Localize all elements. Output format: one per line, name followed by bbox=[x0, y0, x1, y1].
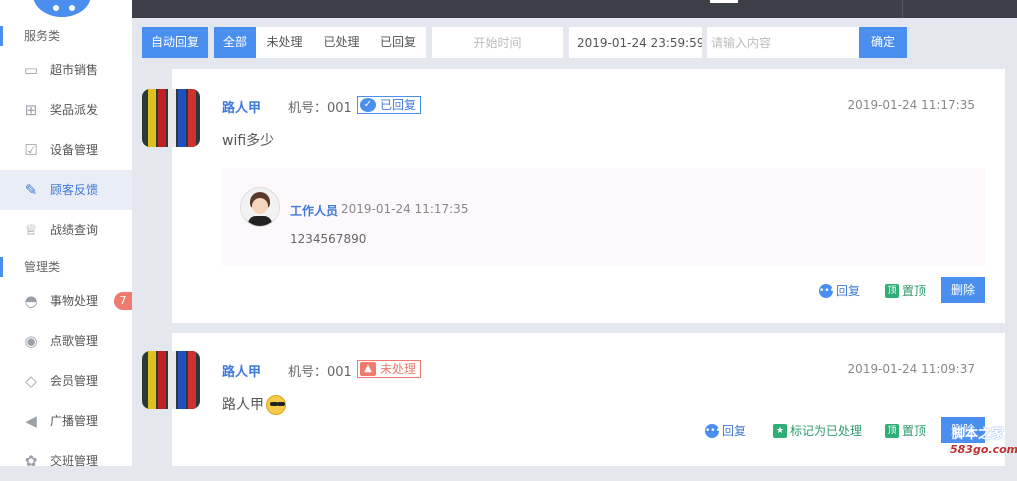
machine-number: 机号：001 bbox=[288, 101, 352, 116]
watermark-url: 583go.com bbox=[950, 443, 1017, 456]
top-bar bbox=[0, 0, 1017, 18]
sidebar-item-handover[interactable]: ✿ 交班管理 bbox=[0, 441, 132, 481]
sidebar-item-prizes[interactable]: ⊞ 奖品派发 bbox=[0, 90, 132, 130]
filter-replied-tab[interactable]: 已回复 bbox=[370, 27, 426, 58]
sidebar-item-members[interactable]: ◇ 会员管理 bbox=[0, 361, 132, 401]
watermark: 脚本之家 583go.com bbox=[946, 421, 1017, 466]
headset-icon: ◓ bbox=[24, 292, 38, 310]
sidebar-item-broadcast[interactable]: ◀ 广播管理 bbox=[0, 401, 132, 441]
sidebar-item-feedback[interactable]: ✎ 顾客反馈 bbox=[0, 170, 132, 210]
music-icon: ◉ bbox=[24, 332, 38, 350]
check-badge-icon: ✓ bbox=[360, 98, 376, 112]
feedback-card: 路人甲 机号：001 ▲ 未处理 2019-01-24 11:09:37 路人甲… bbox=[142, 333, 1005, 466]
logo bbox=[30, 0, 94, 20]
sidebar-item-label: 奖品派发 bbox=[50, 103, 99, 117]
feedback-message: wifi多少 bbox=[222, 133, 275, 149]
sidebar-item-records[interactable]: ♕ 战绩查询 bbox=[0, 210, 132, 250]
sidebar-item-supermarket[interactable]: ▭ 超市销售 bbox=[0, 50, 132, 90]
end-time-input[interactable] bbox=[569, 27, 702, 58]
pending-icon: ▲ bbox=[360, 362, 376, 376]
confirm-button[interactable]: 确定 bbox=[859, 27, 907, 58]
feedback-time: 2019-01-24 11:09:37 bbox=[847, 362, 975, 376]
cool-emoji-icon bbox=[266, 395, 286, 415]
status-label: 未处理 bbox=[380, 362, 417, 376]
pin-action[interactable]: 顶 置顶 bbox=[885, 423, 926, 439]
reply-action-label: 回复 bbox=[836, 284, 861, 298]
filter-all-tab[interactable]: 全部 bbox=[214, 27, 256, 58]
chat-icon: ••• bbox=[705, 424, 721, 438]
sidebar-item-songs[interactable]: ◉ 点歌管理 bbox=[0, 321, 132, 361]
pin-icon: 顶 bbox=[885, 424, 899, 438]
pin-icon: 顶 bbox=[885, 284, 899, 298]
sidebar: 服务类 ▭ 超市销售 ⊞ 奖品派发 ☑ 设备管理 ✎ 顾客反馈 ♕ 战绩查询 管… bbox=[0, 0, 132, 469]
sidebar-item-label: 点歌管理 bbox=[50, 334, 99, 348]
edit-icon: ✎ bbox=[24, 181, 38, 199]
notification-badge: 7 bbox=[114, 292, 132, 310]
top-bar-indicator bbox=[710, 0, 738, 3]
mark-action-label: 标记为已处理 bbox=[790, 424, 863, 438]
pin-action-label: 置顶 bbox=[902, 424, 927, 438]
diamond-icon: ◇ bbox=[25, 372, 37, 390]
reply-action[interactable]: ••• 回复 bbox=[819, 283, 860, 299]
sidebar-item-affairs[interactable]: ◓ 事物处理 7 bbox=[0, 281, 132, 321]
user-name: 路人甲 bbox=[222, 365, 262, 380]
sidebar-item-label: 超市销售 bbox=[50, 63, 99, 77]
machine-number: 机号：001 bbox=[288, 365, 352, 380]
pin-action[interactable]: 顶 置顶 bbox=[885, 283, 926, 299]
user-name: 路人甲 bbox=[222, 101, 262, 116]
staff-name: 工作人员 bbox=[290, 204, 339, 218]
auto-reply-button[interactable]: 自动回复 bbox=[142, 27, 208, 58]
staff-avatar bbox=[240, 187, 280, 227]
chat-icon: ••• bbox=[819, 284, 835, 298]
feedback-message: 路人甲 bbox=[222, 394, 286, 415]
user-avatar bbox=[142, 351, 200, 409]
section-manage: 管理类 bbox=[0, 257, 132, 277]
delete-button[interactable]: 删除 bbox=[941, 277, 985, 303]
feedback-card: 路人甲 机号：001 ✓ 已回复 2019-01-24 11:17:35 wif… bbox=[142, 69, 1005, 323]
start-time-input[interactable] bbox=[432, 27, 563, 58]
mark-processed-action[interactable]: ★ 标记为已处理 bbox=[773, 423, 862, 439]
sidebar-item-label: 顾客反馈 bbox=[50, 183, 99, 197]
pin-action-label: 置顶 bbox=[902, 284, 927, 298]
reply-time: 2019-01-24 11:17:35 bbox=[341, 202, 469, 216]
reply-box: 工作人员 2019-01-24 11:17:35 1234567890 bbox=[222, 168, 985, 266]
top-bar-divider bbox=[902, 0, 903, 18]
search-input[interactable] bbox=[707, 27, 859, 58]
trophy-icon: ♕ bbox=[24, 221, 38, 239]
reply-text: 1234567890 bbox=[290, 232, 367, 246]
section-service: 服务类 bbox=[0, 26, 132, 46]
status-badge: ▲ 未处理 bbox=[357, 360, 422, 378]
gift-icon: ⊞ bbox=[24, 101, 38, 119]
bookmark-icon: ★ bbox=[773, 424, 787, 438]
sidebar-item-label: 事物处理 bbox=[50, 294, 99, 308]
device-icon: ☑ bbox=[24, 141, 38, 159]
megaphone-icon: ◀ bbox=[25, 412, 37, 430]
feedback-message-text: 路人甲 bbox=[222, 397, 264, 413]
reply-action-label: 回复 bbox=[722, 424, 747, 438]
user-avatar bbox=[142, 89, 200, 147]
reply-action[interactable]: ••• 回复 bbox=[705, 423, 746, 439]
sidebar-item-devices[interactable]: ☑ 设备管理 bbox=[0, 130, 132, 170]
status-badge: ✓ 已回复 bbox=[357, 96, 422, 114]
handover-icon: ✿ bbox=[24, 452, 38, 470]
status-label: 已回复 bbox=[380, 98, 417, 112]
store-icon: ▭ bbox=[23, 61, 39, 79]
sidebar-item-label: 设备管理 bbox=[50, 143, 99, 157]
sidebar-item-label: 广播管理 bbox=[50, 414, 99, 428]
filter-processed-tab[interactable]: 已处理 bbox=[313, 27, 370, 58]
watermark-title: 脚本之家 bbox=[952, 427, 1005, 442]
feedback-time: 2019-01-24 11:17:35 bbox=[847, 98, 975, 112]
sidebar-item-label: 会员管理 bbox=[50, 374, 99, 388]
sidebar-item-label: 战绩查询 bbox=[50, 223, 99, 237]
filter-unprocessed-tab[interactable]: 未处理 bbox=[256, 27, 313, 58]
